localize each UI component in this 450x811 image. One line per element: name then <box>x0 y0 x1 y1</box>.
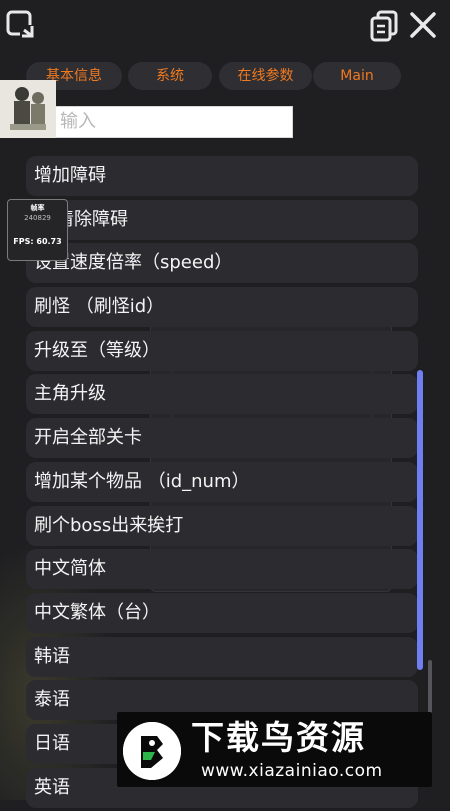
list-item-lang-korean[interactable]: 韩语 <box>26 636 418 677</box>
avatar <box>0 80 56 138</box>
list-item-spawn-boss[interactable]: 刷个boss出来挨打 <box>26 505 418 546</box>
list-item-hero-level-up[interactable]: 主角升级 <box>26 374 418 415</box>
list-item-lang-zh-hans[interactable]: 中文简体 <box>26 549 418 590</box>
frame-count: 240829 <box>24 214 51 222</box>
fps-value: FPS: 60.73 <box>13 237 62 246</box>
watermark-url: www.xiazainiao.com <box>201 761 383 781</box>
fps-overlay-label: 帧率 <box>30 204 45 212</box>
list-item-unlock-all-levels[interactable]: 开启全部关卡 <box>26 418 418 459</box>
scrollbar[interactable] <box>417 370 423 670</box>
list-item-level-up-to[interactable]: 升级至（等级） <box>26 330 418 371</box>
list-item-spawn-monster[interactable]: 刷怪 （刷怪id） <box>26 287 418 328</box>
list-item-lang-zh-hant[interactable]: 中文繁体（台） <box>26 592 418 633</box>
list-item-add-obstacle[interactable]: 增加障碍 <box>26 156 418 196</box>
tab-main[interactable]: Main <box>313 62 401 90</box>
fps-overlay[interactable]: 帧率 240829 FPS: 60.73 <box>7 199 68 261</box>
rotate-screen-icon[interactable] <box>4 8 38 42</box>
watermark-banner: 下载鸟资源 www.xiazainiao.com <box>117 712 432 787</box>
close-icon[interactable] <box>406 8 440 42</box>
search-input[interactable]: 输入 <box>55 106 293 138</box>
tab-online-params[interactable]: 在线参数 <box>219 62 312 90</box>
watermark-title: 下载鸟资源 <box>191 718 366 757</box>
tab-system[interactable]: 系统 <box>128 62 212 90</box>
copy-icon[interactable] <box>368 8 402 42</box>
list-item-set-speed[interactable]: 设置速度倍率（speed） <box>26 243 418 284</box>
bird-logo-icon <box>123 722 181 780</box>
tab-bar: 基本信息 系统 在线参数 Main <box>26 62 406 90</box>
list-item-add-item[interactable]: 增加某个物品 （id_num） <box>26 461 418 502</box>
list-item-clear-obstacle[interactable]: 清除障碍 <box>26 199 418 240</box>
